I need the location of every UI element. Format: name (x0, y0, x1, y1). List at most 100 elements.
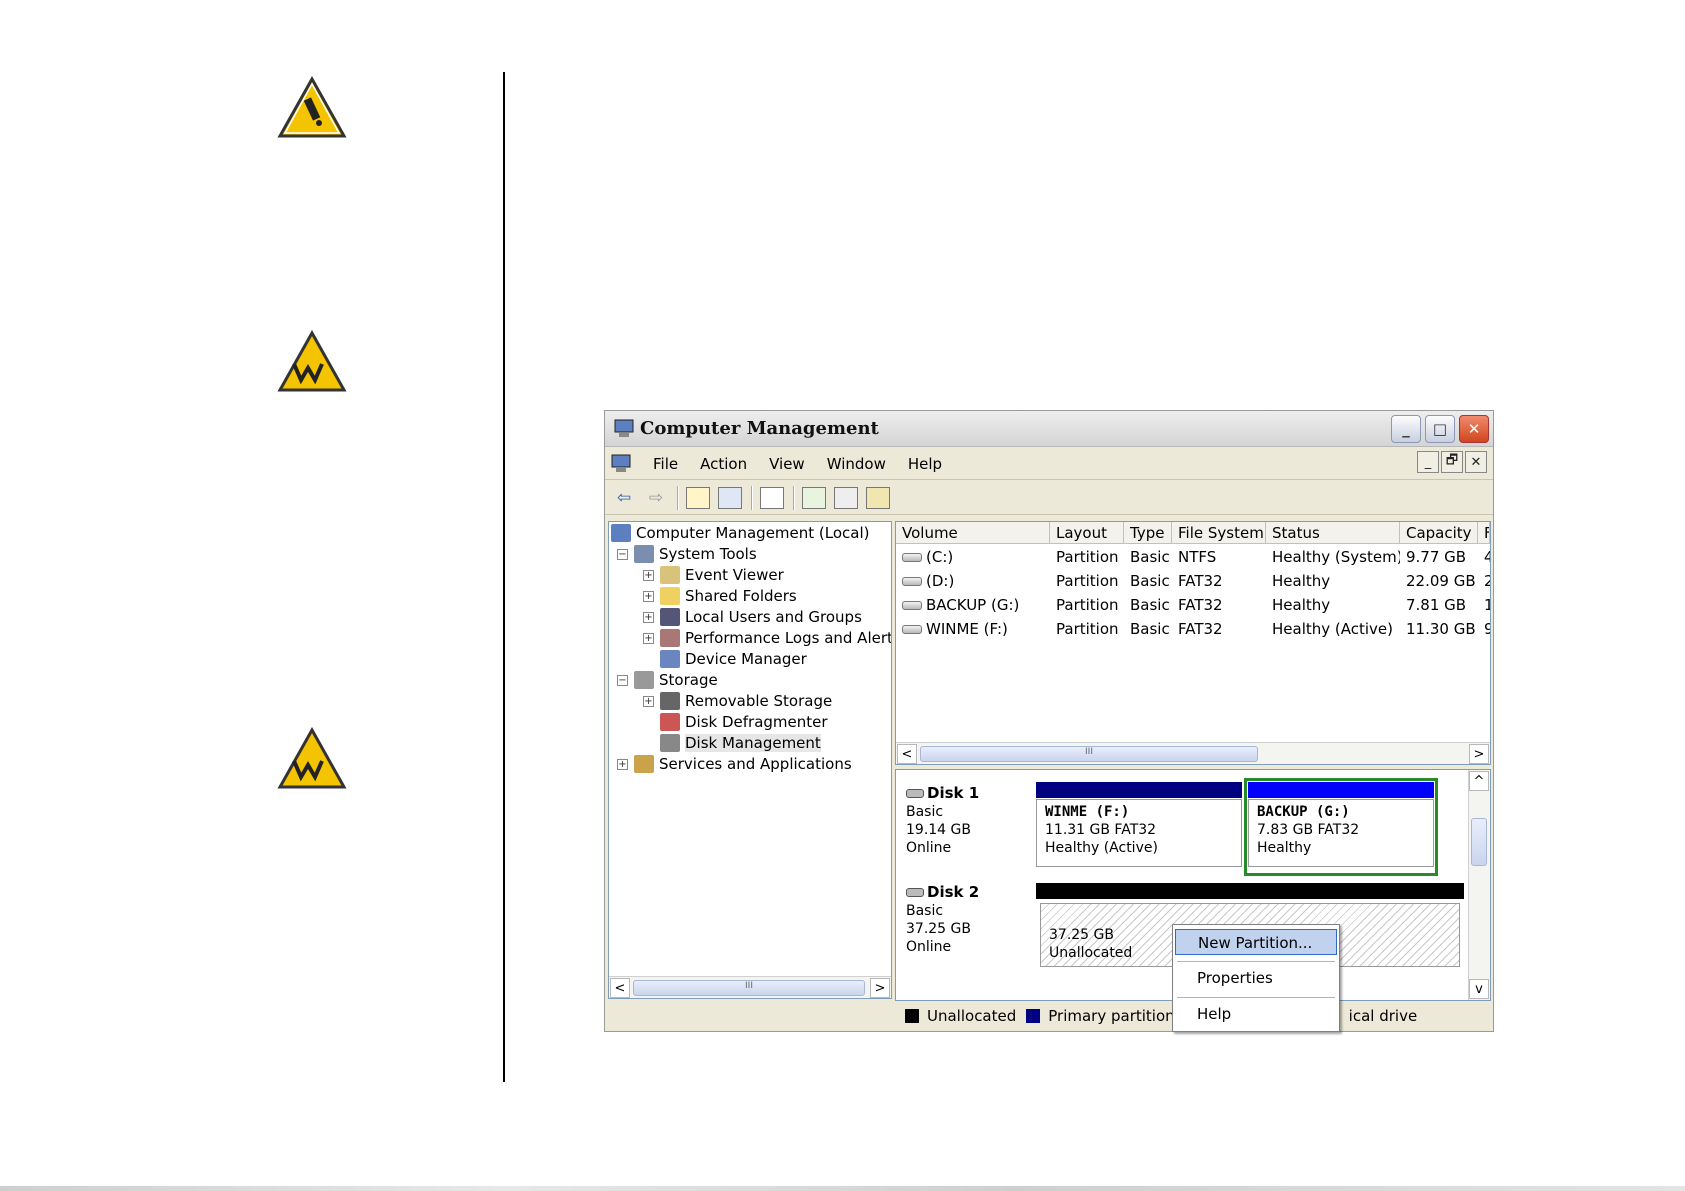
drive-icon (902, 577, 922, 586)
scroll-left-icon[interactable]: < (897, 744, 917, 764)
forward-arrow-icon[interactable]: ⇨ (643, 486, 669, 510)
refresh-icon[interactable] (801, 486, 827, 510)
scroll-thumb[interactable]: III (633, 980, 865, 996)
tree-item-services[interactable]: + Services and Applications (617, 753, 852, 775)
menu-view[interactable]: View (758, 455, 816, 473)
menu-file[interactable]: File (642, 455, 689, 473)
partition-backup[interactable]: BACKUP (G:) 7.83 GB FAT32 Healthy (1248, 799, 1434, 867)
tree-item-local-users[interactable]: + Local Users and Groups (643, 606, 862, 628)
list-horizontal-scrollbar[interactable]: < III > (896, 742, 1490, 764)
column-divider (503, 72, 505, 1082)
column-header-layout[interactable]: Layout (1050, 522, 1124, 544)
expand-toggle[interactable]: + (643, 632, 654, 644)
expand-toggle[interactable]: + (643, 611, 654, 623)
tree-horizontal-scrollbar[interactable]: < III > (609, 976, 891, 998)
menu-help[interactable]: Help (897, 455, 953, 473)
disk-2-label[interactable]: Disk 2 Basic 37.25 GB Online (906, 883, 979, 956)
device-manager-icon (660, 650, 680, 668)
menu-window[interactable]: Window (816, 455, 897, 473)
drive-icon (902, 601, 922, 610)
disk-settings-icon[interactable] (865, 486, 891, 510)
table-row[interactable]: (D:) Partition Basic FAT32 Healthy 22.09… (896, 570, 1490, 592)
tree-item-performance-logs[interactable]: + Performance Logs and Alerts (643, 627, 891, 649)
collapse-toggle[interactable]: − (617, 548, 628, 560)
selected-partition-bar (1248, 782, 1434, 798)
legend-primary: Primary partition (1048, 1007, 1175, 1025)
menu-item-help[interactable]: Help (1175, 1001, 1337, 1027)
column-header-volume[interactable]: Volume (896, 522, 1050, 544)
tree-item-device-manager[interactable]: Device Manager (660, 648, 807, 670)
warning-icon (277, 329, 347, 394)
column-header-type[interactable]: Type (1124, 522, 1172, 544)
scroll-up-icon[interactable]: ^ (1469, 771, 1489, 791)
menu-item-new-partition[interactable]: New Partition... (1175, 929, 1337, 955)
computer-icon (611, 524, 631, 542)
scroll-right-icon[interactable]: > (870, 978, 890, 998)
scroll-left-icon[interactable]: < (610, 978, 630, 998)
disk-1-label[interactable]: Disk 1 Basic 19.14 GB Online (906, 784, 979, 857)
primary-partition-bar (1036, 782, 1242, 798)
table-row[interactable]: (C:) Partition Basic NTFS Healthy (Syste… (896, 546, 1490, 568)
menu-bar: File Action View Window Help _ 🗗 ✕ (605, 448, 1493, 480)
tree-item-removable-storage[interactable]: + Removable Storage (643, 690, 832, 712)
help-icon[interactable] (759, 486, 785, 510)
graphical-vertical-scrollbar[interactable]: ^ v (1468, 770, 1490, 1000)
tree-item-root[interactable]: Computer Management (Local) (611, 522, 870, 544)
removable-storage-icon (660, 692, 680, 710)
title-bar[interactable]: Computer Management _ □ ✕ (605, 411, 1493, 447)
back-arrow-icon[interactable]: ⇦ (611, 486, 637, 510)
tree-item-system-tools[interactable]: − System Tools (617, 543, 757, 565)
folder-icon (660, 587, 680, 605)
column-header-file-system[interactable]: File System (1172, 522, 1266, 544)
tree-item-event-viewer[interactable]: + Event Viewer (643, 564, 784, 586)
minimize-button[interactable]: _ (1391, 415, 1421, 443)
tree-item-shared-folders[interactable]: + Shared Folders (643, 585, 797, 607)
child-close-button[interactable]: ✕ (1465, 451, 1487, 473)
column-header-capacity[interactable]: Capacity (1400, 522, 1478, 544)
child-minimize-button[interactable]: _ (1417, 451, 1439, 473)
tree-item-storage[interactable]: − Storage (617, 669, 718, 691)
collapse-toggle[interactable]: − (617, 674, 628, 686)
computer-icon (614, 419, 634, 437)
menu-separator (1177, 961, 1335, 962)
primary-swatch (1026, 1009, 1041, 1023)
maximize-button[interactable]: □ (1425, 415, 1455, 443)
expand-toggle[interactable]: + (617, 758, 628, 770)
disk-1-partitions: WINME (F:) 11.31 GB FAT32 Healthy (Activ… (1036, 778, 1464, 876)
computer-icon[interactable] (610, 454, 632, 474)
list-header: Volume Layout Type File System Status Ca… (896, 522, 1490, 544)
child-restore-button[interactable]: 🗗 (1441, 451, 1463, 473)
scroll-thumb[interactable] (1471, 818, 1487, 866)
toolbar: ⇦ ⇨ (605, 481, 1493, 515)
expand-toggle[interactable]: + (643, 695, 654, 707)
disk-icon (906, 789, 924, 798)
disk-management-icon (660, 734, 680, 752)
scroll-right-icon[interactable]: > (1469, 744, 1489, 764)
table-row[interactable]: BACKUP (G:) Partition Basic FAT32 Health… (896, 594, 1490, 616)
expand-toggle[interactable]: + (643, 569, 654, 581)
window-title: Computer Management (640, 418, 879, 439)
expand-toggle[interactable]: + (643, 590, 654, 602)
column-header-status[interactable]: Status (1266, 522, 1400, 544)
menu-action[interactable]: Action (689, 455, 758, 473)
users-icon (660, 608, 680, 626)
column-header-free[interactable]: F (1478, 522, 1490, 544)
show-hide-tree-icon[interactable] (717, 486, 743, 510)
computer-management-window: Computer Management _ □ ✕ File Action Vi… (604, 410, 1494, 1032)
performance-icon (660, 629, 680, 647)
properties-icon[interactable] (833, 486, 859, 510)
toolbar-separator (793, 485, 795, 510)
tree-item-disk-defragmenter[interactable]: Disk Defragmenter (660, 711, 828, 733)
event-viewer-icon (660, 566, 680, 584)
tree-item-disk-management[interactable]: Disk Management (660, 732, 821, 754)
table-row[interactable]: WINME (F:) Partition Basic FAT32 Healthy… (896, 618, 1490, 640)
close-button[interactable]: ✕ (1459, 415, 1489, 443)
menu-item-properties[interactable]: Properties (1175, 965, 1337, 991)
scroll-thumb[interactable]: III (920, 746, 1258, 762)
scroll-down-icon[interactable]: v (1469, 979, 1489, 999)
up-folder-icon[interactable] (685, 486, 711, 510)
tools-icon (634, 545, 654, 563)
context-menu: New Partition... Properties Help (1172, 924, 1340, 1032)
partition-winme[interactable]: WINME (F:) 11.31 GB FAT32 Healthy (Activ… (1036, 799, 1242, 867)
disk-icon (906, 888, 924, 897)
